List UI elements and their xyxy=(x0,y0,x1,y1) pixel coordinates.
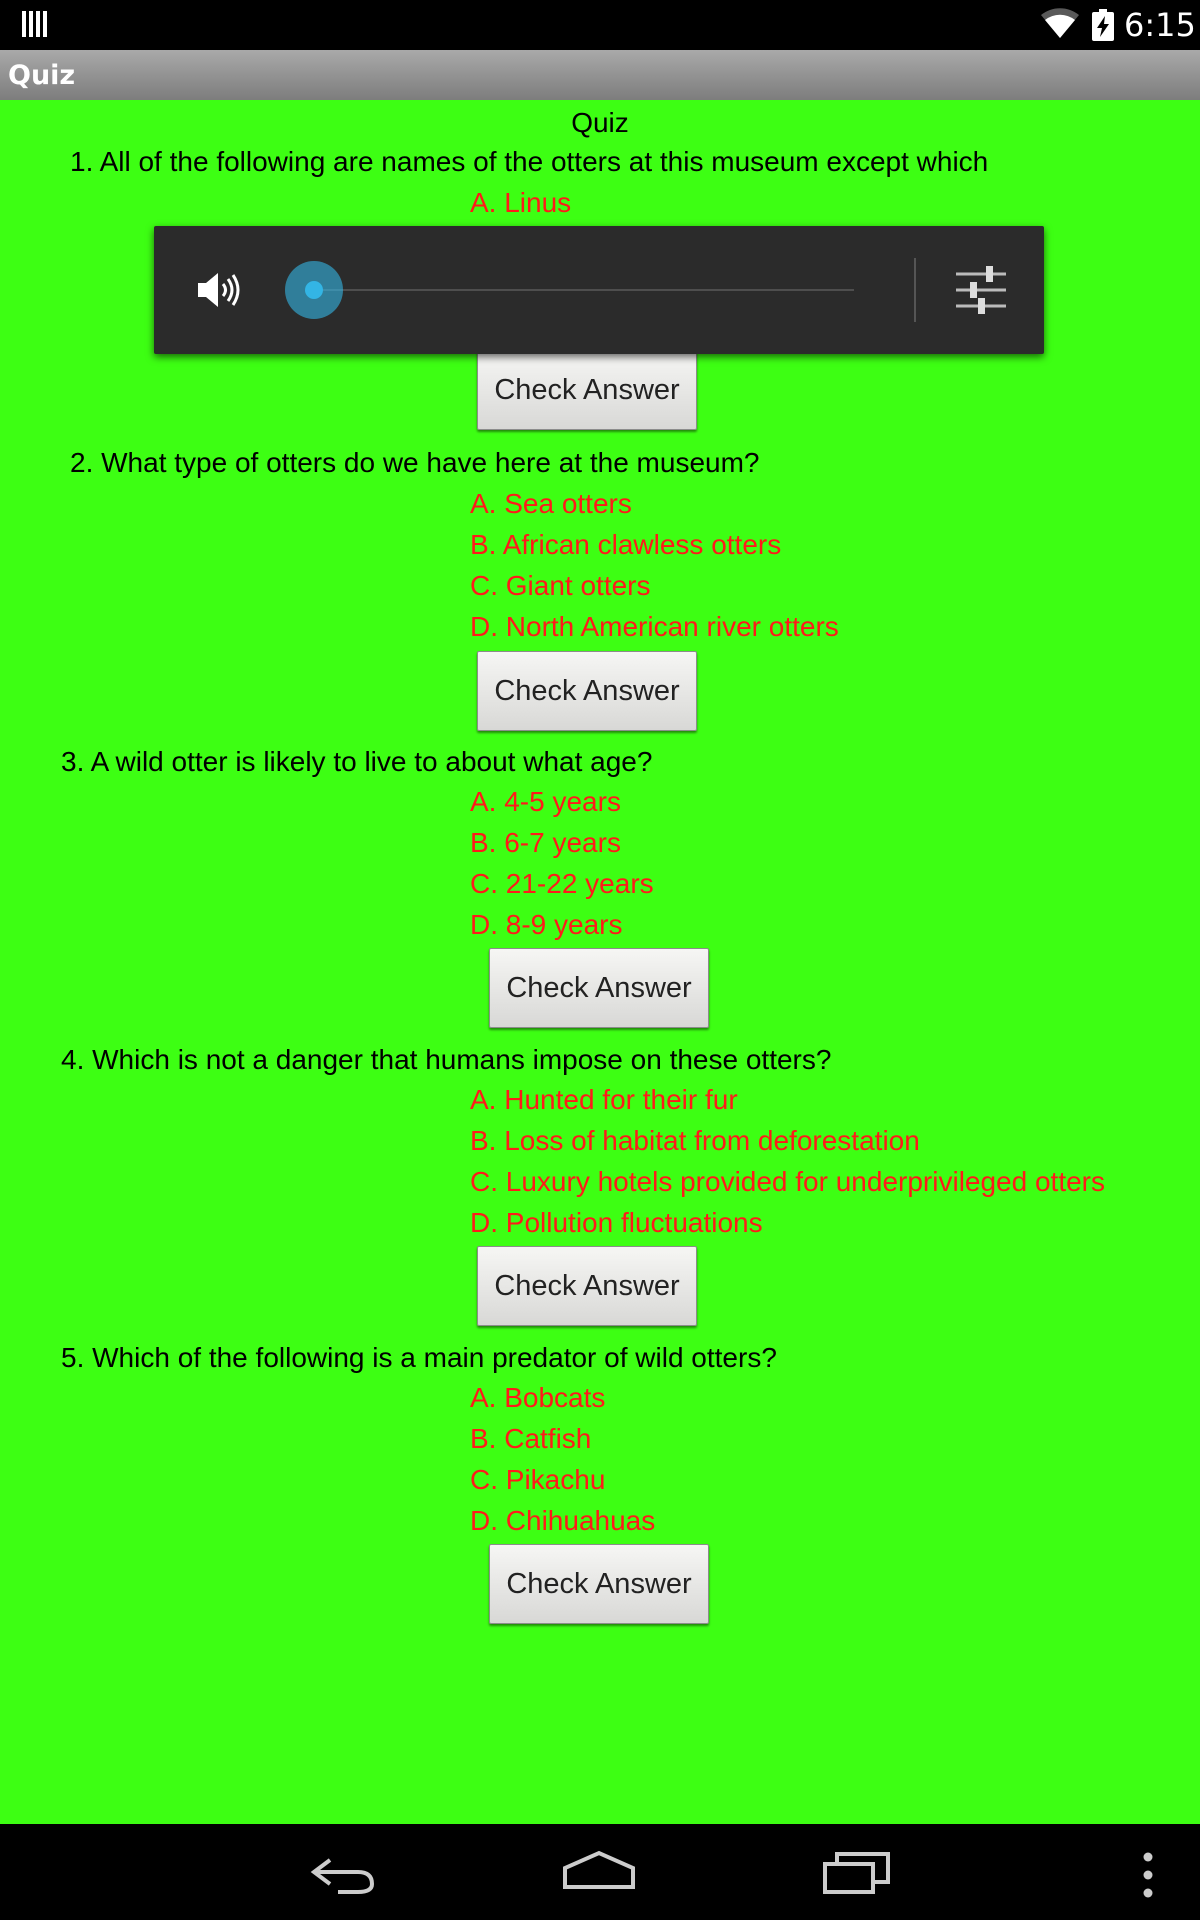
question-3-text: 3. A wild otter is likely to live to abo… xyxy=(61,746,653,777)
question-4-option-d[interactable]: D. Pollution fluctuations xyxy=(470,1206,763,1240)
volume-slider-thumb[interactable] xyxy=(284,260,344,320)
question-3-option-b[interactable]: B. 6-7 years xyxy=(470,826,621,860)
question-1-option-a[interactable]: A. Linus xyxy=(470,186,571,220)
question-3-option-c[interactable]: C. 21-22 years xyxy=(470,867,654,901)
question-2-option-b[interactable]: B. African clawless otters xyxy=(470,528,781,562)
question-5-option-a[interactable]: A. Bobcats xyxy=(470,1381,605,1415)
question-1-text: 1. All of the following are names of the… xyxy=(70,146,989,177)
question-5-text: 5. Which of the following is a main pred… xyxy=(61,1342,777,1373)
question-4-option-a[interactable]: A. Hunted for their fur xyxy=(470,1083,738,1117)
navigation-bar xyxy=(0,1824,1200,1920)
question-4-option-c[interactable]: C. Luxury hotels provided for underprivi… xyxy=(470,1165,1105,1199)
wifi-icon xyxy=(1041,8,1079,38)
check-answer-button-1[interactable]: Check Answer xyxy=(477,350,697,430)
recents-icon[interactable] xyxy=(822,1850,892,1894)
check-answer-button-2[interactable]: Check Answer xyxy=(477,651,697,731)
question-5-option-b[interactable]: B. Catfish xyxy=(470,1422,591,1456)
question-2-option-d[interactable]: D. North American river otters xyxy=(470,610,839,644)
question-5-option-c[interactable]: C. Pikachu xyxy=(470,1463,605,1497)
volume-panel xyxy=(154,226,1044,354)
question-3-option-a[interactable]: A. 4-5 years xyxy=(470,785,621,819)
question-3-option-d[interactable]: D. 8-9 years xyxy=(470,908,623,942)
speaker-icon[interactable] xyxy=(194,266,242,314)
notification-icon xyxy=(22,11,47,37)
check-answer-button-4[interactable]: Check Answer xyxy=(477,1246,697,1326)
home-icon[interactable] xyxy=(562,1850,636,1890)
back-icon[interactable] xyxy=(308,1850,378,1896)
title-bar: Quiz xyxy=(0,50,1200,100)
clock-time: 6:15 xyxy=(1124,6,1196,44)
battery-charging-icon xyxy=(1092,9,1114,41)
check-answer-button-5[interactable]: Check Answer xyxy=(489,1544,709,1624)
question-2-option-a[interactable]: A. Sea otters xyxy=(470,487,632,521)
quiz-heading: Quiz xyxy=(571,107,629,138)
app-title: Quiz xyxy=(8,60,76,91)
question-2-option-c[interactable]: C. Giant otters xyxy=(470,569,651,603)
status-bar: 6:15 xyxy=(0,0,1200,50)
check-answer-button-3[interactable]: Check Answer xyxy=(489,948,709,1028)
question-4-text: 4. Which is not a danger that humans imp… xyxy=(61,1044,832,1075)
sliders-icon[interactable] xyxy=(954,264,1008,316)
question-4-option-b[interactable]: B. Loss of habitat from deforestation xyxy=(470,1124,920,1158)
quiz-content[interactable]: Quiz 1. All of the following are names o… xyxy=(0,100,1200,1824)
question-5-option-d[interactable]: D. Chihuahuas xyxy=(470,1504,655,1538)
question-2-text: 2. What type of otters do we have here a… xyxy=(70,447,760,478)
volume-slider[interactable] xyxy=(285,261,854,319)
volume-divider xyxy=(914,258,916,322)
overflow-menu-icon[interactable] xyxy=(1138,1850,1158,1900)
